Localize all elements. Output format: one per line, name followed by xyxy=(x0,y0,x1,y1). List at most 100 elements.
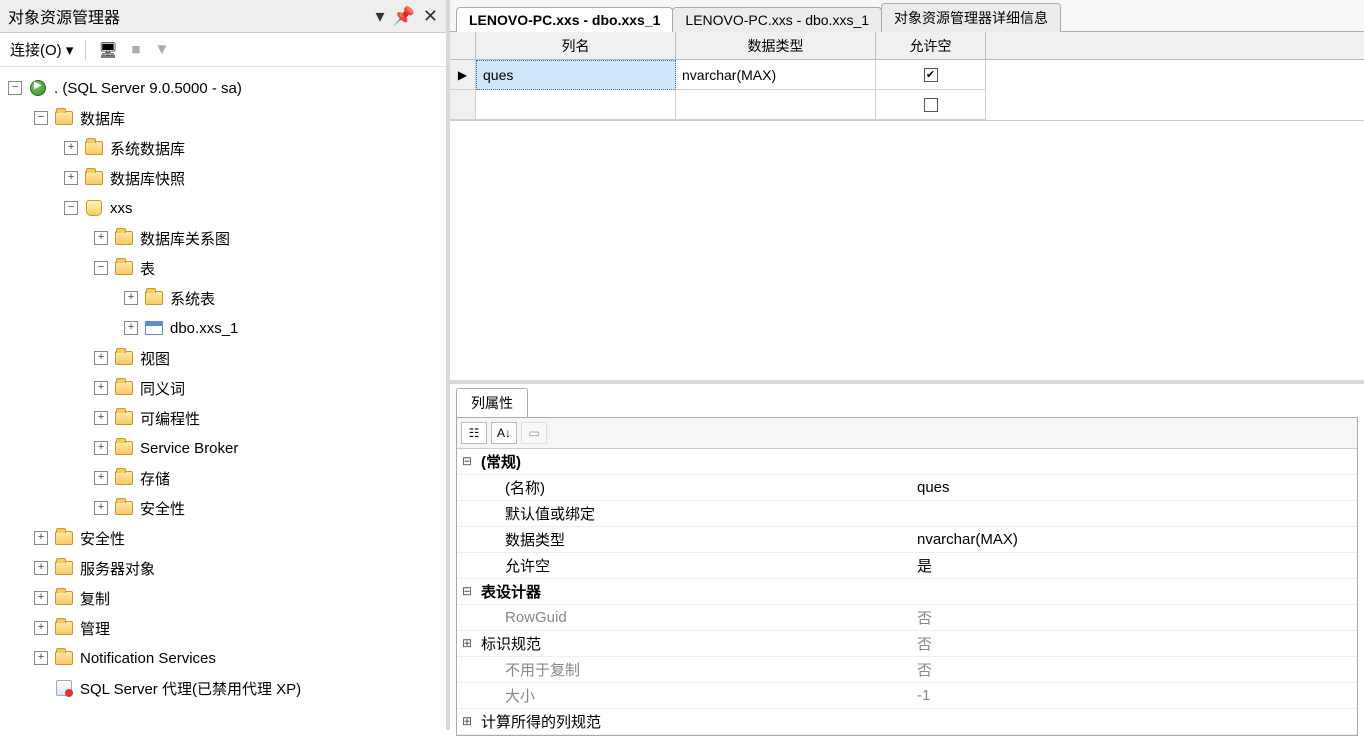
alphabetical-view-icon[interactable]: A↓ xyxy=(491,422,517,444)
folder-icon xyxy=(85,171,103,185)
prop-default[interactable]: 默认值或绑定 xyxy=(457,501,1357,527)
prop-datatype[interactable]: 数据类型 nvarchar(MAX) xyxy=(457,527,1357,553)
tree-snapshots-node[interactable]: + 数据库快照 xyxy=(4,163,442,193)
server-icon xyxy=(30,80,46,96)
database-icon xyxy=(86,200,102,216)
properties-grid: ⊟ (常规) (名称) ques 默认值或绑定 xyxy=(457,449,1357,735)
tree-management-node[interactable]: + 管理 xyxy=(4,613,442,643)
expand-icon[interactable]: + xyxy=(94,381,108,395)
column-properties-panel: 列属性 ☷ A↓ ▭ ⊟ (常规) xyxy=(450,380,1364,730)
stop-icon[interactable]: ■ xyxy=(127,39,144,60)
tree-databases-node[interactable]: − 数据库 xyxy=(4,103,442,133)
expand-icon[interactable]: ⊞ xyxy=(457,636,477,651)
expand-icon[interactable]: ⊞ xyxy=(457,714,477,729)
pin-icon[interactable]: 📌 xyxy=(392,6,414,27)
cell-data-type[interactable] xyxy=(676,90,876,120)
collapse-icon[interactable]: ⊟ xyxy=(457,454,477,469)
tree-tables-node[interactable]: − 表 xyxy=(4,253,442,283)
grid-header-colname[interactable]: 列名 xyxy=(476,32,676,59)
properties-toolbar: ☷ A↓ ▭ xyxy=(457,418,1357,449)
tab-table-designer-2[interactable]: LENOVO-PC.xxs - dbo.xxs_1 xyxy=(672,7,882,32)
grid-header-datatype[interactable]: 数据类型 xyxy=(676,32,876,59)
folder-icon xyxy=(55,651,73,665)
cell-column-name[interactable] xyxy=(476,90,676,120)
checkbox-unchecked-icon[interactable] xyxy=(924,98,938,112)
prop-rowguid[interactable]: RowGuid 否 xyxy=(457,605,1357,631)
tree-db-xxs-node[interactable]: − xxs xyxy=(4,193,442,223)
prop-identity[interactable]: ⊞ 标识规范 否 xyxy=(457,631,1357,657)
tree-agent-node[interactable]: SQL Server 代理(已禁用代理 XP) xyxy=(4,673,442,703)
tab-column-properties[interactable]: 列属性 xyxy=(456,388,528,417)
expand-icon[interactable]: + xyxy=(34,531,48,545)
tree-diagrams-node[interactable]: + 数据库关系图 xyxy=(4,223,442,253)
close-icon[interactable]: ✕ xyxy=(423,6,438,27)
tree-programmability-node[interactable]: + 可编程性 xyxy=(4,403,442,433)
collapse-icon[interactable]: − xyxy=(94,261,108,275)
folder-icon xyxy=(115,231,133,245)
prop-computed[interactable]: ⊞ 计算所得的列规范 xyxy=(457,709,1357,735)
filter-icon[interactable]: ▼ xyxy=(150,39,173,60)
cell-data-type[interactable]: nvarchar(MAX) xyxy=(676,60,876,90)
expand-icon[interactable]: + xyxy=(34,591,48,605)
checkbox-checked-icon[interactable]: ✔ xyxy=(924,68,938,82)
collapse-icon[interactable]: ⊟ xyxy=(457,584,477,599)
tree-systables-node[interactable]: + 系统表 xyxy=(4,283,442,313)
cell-allow-null[interactable] xyxy=(876,90,986,120)
cell-allow-null[interactable]: ✔ xyxy=(876,60,986,90)
grid-row[interactable]: ▶ ques nvarchar(MAX) ✔ xyxy=(450,60,1364,90)
tab-table-designer-1[interactable]: LENOVO-PC.xxs - dbo.xxs_1 xyxy=(456,7,673,32)
collapse-icon[interactable]: − xyxy=(64,201,78,215)
expand-icon[interactable]: + xyxy=(94,411,108,425)
expand-icon[interactable]: + xyxy=(64,171,78,185)
tree-security-node[interactable]: + 安全性 xyxy=(4,523,442,553)
folder-icon xyxy=(55,111,73,125)
grid-row-empty[interactable] xyxy=(450,90,1364,120)
dropdown-icon[interactable]: ▾ xyxy=(375,6,384,27)
tree-sysdb-node[interactable]: + 系统数据库 xyxy=(4,133,442,163)
folder-icon xyxy=(115,381,133,395)
prop-name[interactable]: (名称) ques xyxy=(457,475,1357,501)
categorized-view-icon[interactable]: ☷ xyxy=(461,422,487,444)
expand-icon[interactable]: + xyxy=(34,651,48,665)
designer-empty-area xyxy=(450,121,1364,380)
object-explorer-header: 对象资源管理器 ▾ 📌 ✕ xyxy=(0,0,446,33)
disconnect-icon[interactable]: 🖥 xyxy=(94,39,121,61)
expand-icon[interactable]: + xyxy=(64,141,78,155)
grid-header-selector xyxy=(450,32,476,59)
folder-icon xyxy=(85,141,103,155)
tree-server-node[interactable]: − . (SQL Server 9.0.5000 - sa) xyxy=(4,73,442,103)
expand-icon[interactable]: + xyxy=(94,471,108,485)
expand-icon[interactable]: + xyxy=(34,561,48,575)
object-explorer-tree: − . (SQL Server 9.0.5000 - sa) − 数据库 + 系… xyxy=(0,67,446,730)
grid-header-allownull[interactable]: 允许空 xyxy=(876,32,986,59)
expand-icon[interactable]: + xyxy=(94,501,108,515)
expand-icon[interactable]: + xyxy=(124,321,138,335)
folder-icon xyxy=(115,261,133,275)
expand-icon[interactable]: + xyxy=(94,231,108,245)
prop-allownull[interactable]: 允许空 是 xyxy=(457,553,1357,579)
tree-views-node[interactable]: + 视图 xyxy=(4,343,442,373)
tree-notification-node[interactable]: + Notification Services xyxy=(4,643,442,673)
connect-button[interactable]: 连接(O) ▾ xyxy=(6,37,77,62)
tree-usertable-node[interactable]: + dbo.xxs_1 xyxy=(4,313,442,343)
expand-icon[interactable]: + xyxy=(34,621,48,635)
prop-size[interactable]: 大小 -1 xyxy=(457,683,1357,709)
columns-grid: 列名 数据类型 允许空 ▶ ques nvarchar(MAX) ✔ xyxy=(450,32,1364,121)
tree-serverobjects-node[interactable]: + 服务器对象 xyxy=(4,553,442,583)
expand-icon[interactable]: + xyxy=(124,291,138,305)
expand-icon[interactable]: + xyxy=(94,441,108,455)
cell-column-name[interactable]: ques xyxy=(476,60,676,90)
prop-notforrepl[interactable]: 不用于复制 否 xyxy=(457,657,1357,683)
folder-icon xyxy=(115,501,133,515)
tree-synonyms-node[interactable]: + 同义词 xyxy=(4,373,442,403)
tree-replication-node[interactable]: + 复制 xyxy=(4,583,442,613)
expand-icon[interactable]: + xyxy=(94,351,108,365)
collapse-icon[interactable]: − xyxy=(34,111,48,125)
tree-servicebroker-node[interactable]: + Service Broker xyxy=(4,433,442,463)
prop-group-designer[interactable]: ⊟ 表设计器 xyxy=(457,579,1357,605)
collapse-icon[interactable]: − xyxy=(8,81,22,95)
prop-group-general[interactable]: ⊟ (常规) xyxy=(457,449,1357,475)
tree-dbsecurity-node[interactable]: + 安全性 xyxy=(4,493,442,523)
tree-storage-node[interactable]: + 存储 xyxy=(4,463,442,493)
tab-object-explorer-details[interactable]: 对象资源管理器详细信息 xyxy=(881,3,1061,32)
